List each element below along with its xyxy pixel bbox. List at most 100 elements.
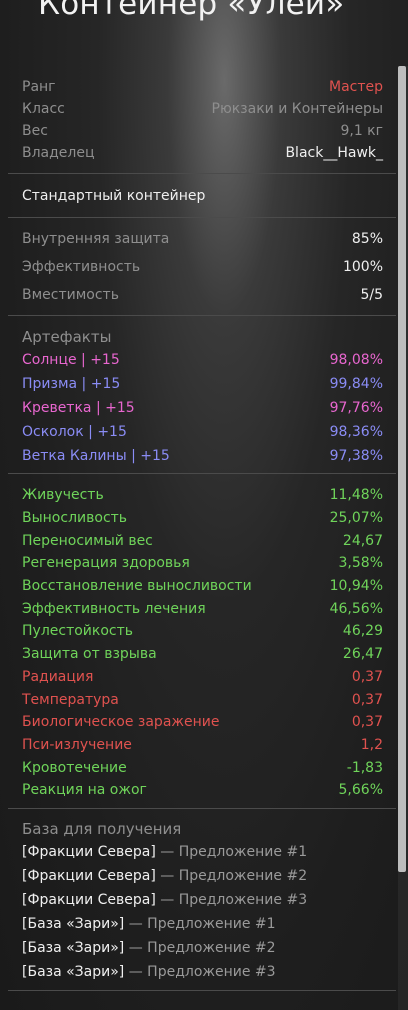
stat-row: Вместимость 5/5 [8,281,396,309]
effect-row: Живучесть 11,48% [8,484,396,507]
source-row[interactable]: [Фракции Севера] — Предложение #2 [8,864,396,888]
weight-value: 9,1 кг [340,123,383,139]
effects-section: Живучесть 11,48% Выносливость 25,07% Пер… [8,474,396,809]
owner-value: Black__Hawk_ [285,145,383,161]
source-offer: — Предложение #1 [155,844,308,860]
stat-label: Внутренняя защита [22,231,170,247]
item-title: Контейнер «Улей» [38,0,345,22]
effect-name: Пулестойкость [22,623,134,640]
scrollbar-thumb[interactable] [398,66,406,872]
artifact-value: 99,84% [329,376,383,392]
effect-name: Эффективность лечения [22,600,206,617]
source-row[interactable]: [База «Зари»] — Предложение #2 [8,936,396,960]
effect-row: Пси-излучение 1,2 [8,734,396,757]
artifact-row: Призма | +15 99,84% [8,372,396,396]
artifact-row: Солнце | +15 98,08% [8,348,396,372]
sources-header: База для получения [22,820,182,838]
source-row[interactable]: [Фракции Севера] — Предложение #3 [8,888,396,912]
effect-row: Выносливость 25,07% [8,507,396,530]
sources-section: База для получения [Фракции Севера] — Пр… [8,809,396,991]
effect-value: 0,37 [351,714,383,731]
effect-value: 46,29 [342,623,383,640]
source-row[interactable]: [Фракции Севера] — Предложение #1 [8,840,396,864]
source-offer: — Предложение #2 [124,940,276,956]
stat-row: Эффективность 100% [8,253,396,281]
effect-name: Регенерация здоровья [22,555,190,572]
info-row-class: Класс Рюкзаки и Контейнеры [8,98,396,120]
artifact-name: Призма | +15 [22,376,121,392]
effect-value: 26,47 [342,646,383,663]
info-label: Ранг [22,79,56,95]
source-base: [База «Зари»] [22,964,125,980]
effect-name: Температура [22,691,119,708]
artifacts-section: Артефакты Солнце | +15 98,08% Призма | +… [8,316,396,474]
source-offer: — Предложение #3 [155,892,308,908]
source-base: [Фракции Севера] [22,868,156,884]
effect-name: Живучесть [22,487,104,504]
source-base: [База «Зари»] [22,940,125,956]
effect-value: 25,07% [329,510,383,527]
stat-row: Внутренняя защита 85% [8,225,396,253]
info-row-owner: Владелец Black__Hawk_ [8,142,396,164]
effect-row: Радиация 0,37 [8,666,396,689]
info-section: Ранг Мастер Класс Рюкзаки и Контейнеры В… [8,66,396,174]
effect-row: Регенерация здоровья 3,58% [8,552,396,575]
stat-value: 100% [342,259,383,275]
effect-name: Выносливость [22,510,128,527]
effect-value: 3,58% [338,555,383,572]
artifact-value: 97,38% [329,448,383,464]
source-base: [Фракции Севера] [22,892,156,908]
effect-row: Пулестойкость 46,29 [8,620,396,643]
info-row-rank: Ранг Мастер [8,76,396,98]
class-value: Рюкзаки и Контейнеры [211,101,384,117]
artifact-row: Креветка | +15 97,76% [8,396,396,420]
container-type-label: Стандартный контейнер [22,187,206,204]
source-offer: — Предложение #2 [155,868,308,884]
source-base: [Фракции Севера] [22,844,156,860]
effect-row: Эффективность лечения 46,56% [8,597,396,620]
stat-label: Вместимость [22,287,119,303]
artifact-name: Ветка Калины | +15 [22,448,170,464]
effect-value: 11,48% [329,487,383,504]
info-label: Вес [22,123,48,139]
effect-row: Температура 0,37 [8,688,396,711]
info-label: Владелец [22,145,95,161]
source-row[interactable]: [База «Зари»] — Предложение #1 [8,912,396,936]
artifact-name: Креветка | +15 [22,400,135,416]
effect-value: 0,37 [351,691,383,708]
effect-value: 0,37 [351,668,383,685]
item-details-panel: Ранг Мастер Класс Рюкзаки и Контейнеры В… [8,66,396,991]
artifact-value: 97,76% [329,400,383,416]
effect-row: Защита от взрыва 26,47 [8,643,396,666]
effect-name: Пси-излучение [22,736,132,753]
stat-value: 5/5 [360,287,383,303]
effect-row: Реакция на ожог 5,66% [8,779,396,802]
stat-value: 85% [351,231,383,247]
stat-label: Эффективность [22,259,141,275]
source-offer: — Предложение #3 [124,964,276,980]
effect-row: Переносимый вес 24,67 [8,529,396,552]
effect-row: Биологическое заражение 0,37 [8,711,396,734]
artifact-name: Солнце | +15 [22,352,120,368]
effect-name: Переносимый вес [22,532,153,549]
source-row[interactable]: [База «Зари»] — Предложение #3 [8,960,396,984]
artifact-row: Осколок | +15 98,36% [8,420,396,444]
effect-name: Реакция на ожог [22,782,147,799]
artifacts-header: Артефакты [22,328,112,346]
effect-name: Восстановление выносливости [22,578,252,595]
rank-value: Мастер [328,79,383,95]
effect-value: 10,94% [329,578,383,595]
effect-name: Биологическое заражение [22,714,220,731]
effect-name: Защита от взрыва [22,646,157,663]
info-label: Класс [22,101,65,117]
artifact-name: Осколок | +15 [22,424,127,440]
effect-value: 24,67 [342,532,383,549]
source-base: [База «Зари»] [22,916,125,932]
source-offer: — Предложение #1 [124,916,276,932]
effect-value: 5,66% [338,782,383,799]
effect-value: 46,56% [329,600,383,617]
effect-name: Радиация [22,668,94,685]
artifact-value: 98,08% [329,352,383,368]
effect-name: Кровотечение [22,759,127,776]
effect-row: Восстановление выносливости 10,94% [8,575,396,598]
